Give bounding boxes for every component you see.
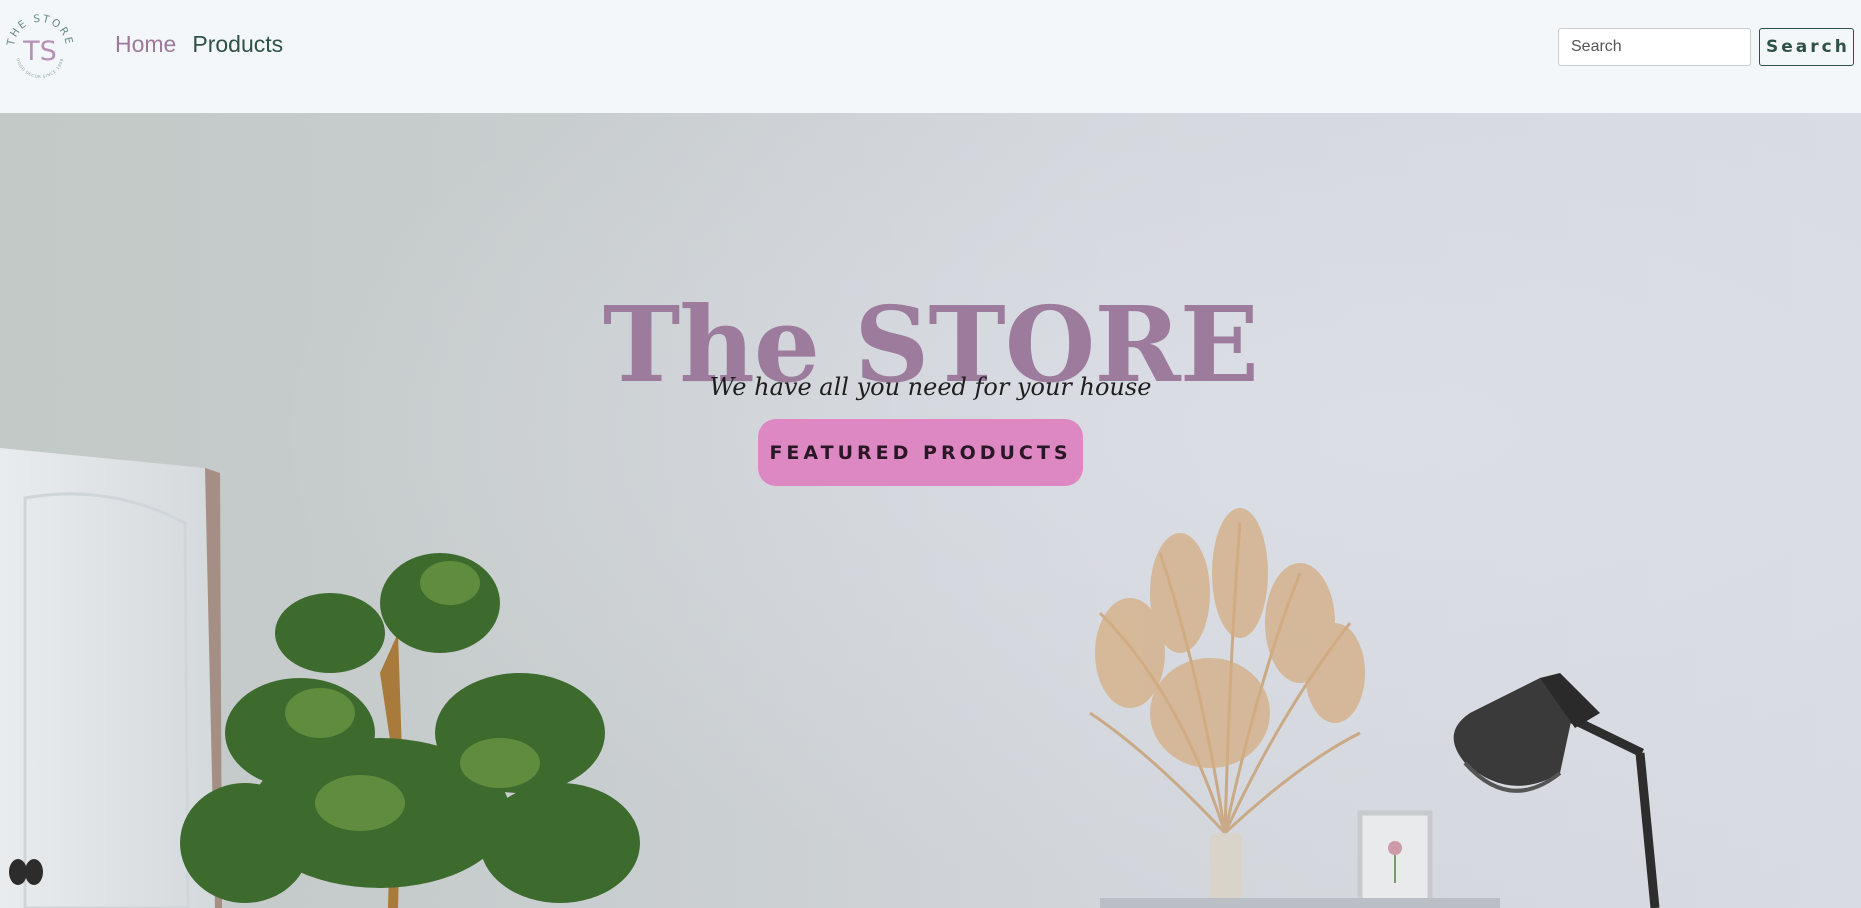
logo-initials: TS — [22, 36, 57, 67]
featured-products-button[interactable]: FEATURED PRODUCTS — [758, 419, 1083, 486]
store-logo[interactable]: THE STORE TS GOOD DECOR SINCE 1998 — [4, 10, 76, 82]
hero-section: The STORE We have all you need for your … — [0, 113, 1861, 908]
picture-frame — [1357, 810, 1433, 908]
nav-item-home[interactable]: Home — [115, 31, 176, 58]
navbar: THE STORE TS GOOD DECOR SINCE 1998 Home … — [0, 0, 1861, 113]
search-button[interactable]: Search — [1759, 28, 1854, 66]
hero-subtitle: We have all you need for your house — [709, 373, 1152, 401]
main-nav: Home Products — [115, 31, 283, 58]
nav-item-products[interactable]: Products — [192, 31, 283, 58]
side-table — [1100, 898, 1500, 908]
hero-background-image — [0, 113, 1861, 908]
search-input[interactable] — [1558, 28, 1751, 66]
